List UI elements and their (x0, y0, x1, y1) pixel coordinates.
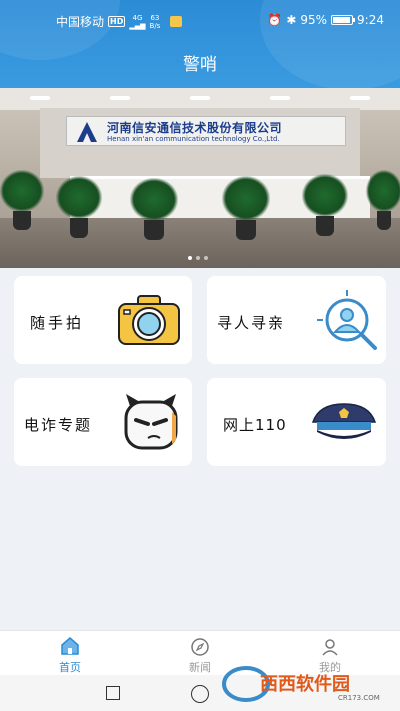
battery-icon (331, 15, 356, 25)
app-header: 中国移动 HD 4G ▂▄▆ 63 B/s ⏰ ✱ 95% 9:24 警哨 (0, 0, 400, 88)
person-search-icon (317, 290, 377, 350)
status-bar: 中国移动 HD 4G ▂▄▆ 63 B/s ⏰ ✱ 95% 9:24 (0, 0, 400, 40)
plant-decoration (222, 176, 270, 240)
notification-icon (170, 16, 183, 27)
devil-face-icon (124, 394, 178, 450)
bluetooth-icon: ✱ (286, 13, 297, 27)
fraud-topic-card[interactable]: 电诈专题 (14, 378, 192, 466)
site-watermark: 西西软件园 CR173.COM (222, 666, 380, 702)
carrier-text: 中国移动 (56, 15, 105, 29)
fraud-topic-label: 电诈专题 (24, 416, 93, 434)
recent-apps-button[interactable] (106, 686, 120, 700)
network-speed: 63 B/s (149, 13, 161, 30)
plant-decoration (366, 170, 400, 230)
plant-decoration (56, 176, 102, 238)
page-title: 警哨 (183, 55, 217, 75)
sign-chinese-text: 河南信安通信技术股份有限公司 (107, 121, 283, 135)
banner-ceiling (0, 88, 400, 110)
signal-indicator: 4G ▂▄▆ (129, 13, 146, 30)
compass-icon (191, 638, 209, 656)
home-icon (61, 637, 79, 655)
watermark-url: CR173.COM (338, 694, 380, 702)
alarm-icon: ⏰ (267, 13, 283, 27)
watermark-text: 西西软件园 (260, 673, 350, 695)
find-person-card[interactable]: 寻人寻亲 (207, 276, 386, 364)
camera-icon (118, 295, 180, 345)
banner-carousel[interactable]: 河南信安通信技术股份有限公司 Henan xin'an communicatio… (0, 88, 400, 268)
snapshot-card[interactable]: 随手拍 (14, 276, 192, 364)
police-cap-icon (311, 403, 377, 439)
snapshot-label: 随手拍 (30, 314, 85, 332)
nav-item-home[interactable]: 首页 (30, 631, 110, 676)
plant-decoration (130, 178, 178, 240)
plant-decoration (302, 174, 348, 236)
home-button[interactable] (191, 685, 209, 703)
clock-time: 9:24 (357, 13, 384, 27)
plant-decoration (0, 170, 44, 230)
carousel-dot[interactable] (188, 256, 192, 260)
online-110-card[interactable]: 网上110 (207, 378, 386, 466)
find-person-label: 寻人寻亲 (217, 314, 286, 332)
battery-percent: 95% (300, 13, 328, 27)
carousel-dot[interactable] (196, 256, 200, 260)
company-logo-icon (77, 122, 97, 142)
nav-label-home: 首页 (59, 661, 81, 674)
online-110-label: 网上110 (223, 416, 287, 434)
user-icon (322, 639, 338, 656)
carousel-indicator (188, 256, 208, 260)
carousel-dot[interactable] (204, 256, 208, 260)
sign-english-text: Henan xin'an communication technology Co… (107, 135, 280, 143)
hd-badge: HD (108, 16, 126, 27)
company-sign: 河南信安通信技术股份有限公司 Henan xin'an communicatio… (66, 116, 346, 146)
